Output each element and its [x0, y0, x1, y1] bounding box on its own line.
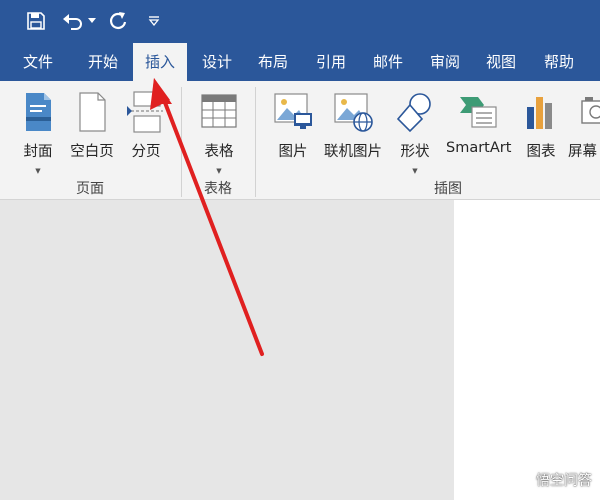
- chat-bubble-icon: [514, 471, 530, 489]
- table-button[interactable]: 表格 ▼: [198, 89, 240, 175]
- chevron-down-icon: [88, 18, 96, 23]
- chart-button[interactable]: 图表: [522, 89, 560, 169]
- pictures-label: 图片: [278, 144, 308, 160]
- screenshot-icon: [581, 97, 600, 124]
- ribbon-tabs: 文件 开始 插入 设计 布局 引用 邮件 审阅 视图 帮助: [0, 43, 600, 82]
- group-separator: [181, 87, 182, 197]
- page-break-button[interactable]: 分页: [126, 89, 166, 169]
- cover-page-icon: [26, 93, 51, 131]
- customize-quick-access-icon: [148, 16, 160, 26]
- shapes-label: 形状: [400, 144, 430, 160]
- redo-icon: [110, 12, 127, 29]
- online-pictures-label: 联机图片: [324, 144, 382, 160]
- watermark: 悟空问答: [512, 468, 592, 492]
- group-label-tables: 表格: [204, 181, 232, 197]
- group-label-illustrations: 插图: [434, 181, 462, 197]
- blank-page-label: 空白页: [70, 144, 114, 160]
- save-button[interactable]: [24, 8, 48, 34]
- table-label: 表格: [204, 144, 234, 160]
- chevron-down-icon: ▼: [216, 167, 222, 175]
- blank-page-icon: [79, 92, 106, 132]
- chevron-down-icon: ▼: [412, 167, 418, 175]
- tab-references[interactable]: 引用: [304, 43, 358, 81]
- tab-file[interactable]: 文件: [10, 43, 66, 81]
- pictures-button[interactable]: 图片: [272, 89, 314, 169]
- title-bar: [0, 0, 600, 43]
- watermark-text: 悟空问答: [536, 473, 592, 489]
- page-break-label: 分页: [131, 144, 161, 160]
- shapes-button[interactable]: 形状 ▼: [394, 89, 436, 175]
- blank-page-button[interactable]: 空白页: [70, 89, 114, 169]
- cover-page-label: 封面: [23, 144, 53, 160]
- tab-help[interactable]: 帮助: [532, 43, 586, 81]
- tab-insert[interactable]: 插入: [133, 43, 187, 82]
- chart-label: 图表: [526, 144, 556, 160]
- undo-dropdown-button[interactable]: [86, 8, 98, 34]
- tab-review[interactable]: 审阅: [418, 43, 472, 81]
- chart-icon: [527, 97, 552, 129]
- save-icon: [27, 12, 45, 30]
- cover-page-button[interactable]: 封面 ▼: [18, 89, 58, 175]
- page-break-icon: [127, 91, 163, 133]
- ribbon-insert-panel: 封面 ▼ 空白页 分页 页面 表格 ▼ 表格 图片 联机图片 形状 ▼ Smar…: [0, 81, 600, 200]
- shapes-icon: [396, 93, 431, 133]
- screenshot-label: 屏幕: [568, 144, 597, 160]
- online-pictures-icon: [334, 93, 373, 132]
- chevron-down-icon: ▼: [35, 167, 41, 175]
- table-icon: [201, 94, 237, 128]
- group-label-pages: 页面: [76, 181, 104, 197]
- tab-view[interactable]: 视图: [474, 43, 528, 81]
- tab-layout[interactable]: 布局: [246, 43, 300, 81]
- undo-button[interactable]: [60, 8, 86, 34]
- group-separator: [255, 87, 256, 197]
- tab-home[interactable]: 开始: [76, 43, 130, 81]
- screenshot-button[interactable]: 屏幕: [568, 89, 600, 169]
- redo-button[interactable]: [106, 8, 130, 34]
- document-area: [0, 200, 600, 500]
- smartart-label: SmartArt: [446, 140, 512, 156]
- online-pictures-button[interactable]: 联机图片: [324, 89, 382, 169]
- undo-icon: [63, 14, 82, 30]
- pictures-icon: [274, 93, 312, 129]
- tab-design[interactable]: 设计: [190, 43, 244, 81]
- tab-mailings[interactable]: 邮件: [361, 43, 415, 81]
- smartart-button[interactable]: SmartArt: [446, 89, 511, 169]
- customize-quick-access-button[interactable]: [144, 8, 164, 34]
- smartart-icon: [460, 97, 497, 128]
- document-page[interactable]: [454, 200, 600, 500]
